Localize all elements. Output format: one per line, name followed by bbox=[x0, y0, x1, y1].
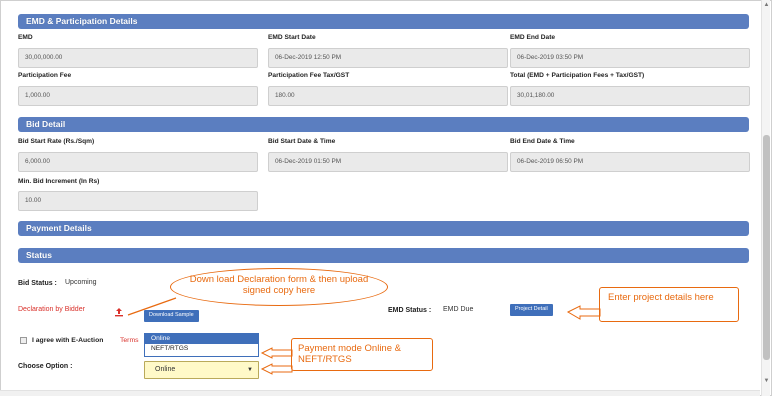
declaration-callout: Down load Declaration form & then upload… bbox=[170, 268, 388, 306]
option-online[interactable]: Online bbox=[145, 334, 258, 344]
chevron-down-icon: ▼ bbox=[247, 367, 253, 373]
project-callout: Enter project details here bbox=[599, 287, 739, 322]
form-content: EMD & Participation Details EMD 30,00,00… bbox=[18, 0, 758, 396]
total-label: Total (EMD + Participation Fees + Tax/GS… bbox=[510, 72, 645, 79]
payment-callout: Payment mode Online & NEFT/RTGS bbox=[291, 338, 433, 371]
emd-end-label: EMD End Date bbox=[510, 34, 556, 41]
agree-label: I agree with E-Auction bbox=[32, 337, 104, 344]
bid-rate-field: 6,000.00 bbox=[18, 152, 258, 172]
bid-increment-field: 10.00 bbox=[18, 191, 258, 211]
choose-option-label: Choose Option : bbox=[18, 363, 73, 370]
terms-link[interactable]: Terms bbox=[120, 337, 139, 344]
project-detail-button[interactable]: Project Detail bbox=[510, 304, 553, 316]
bid-start-label: Bid Start Date & Time bbox=[268, 138, 336, 145]
selected-option: Online bbox=[155, 366, 176, 373]
payment-option-select[interactable]: Online ▼ bbox=[144, 361, 259, 379]
payment-option-list[interactable]: Online NEFT/RTGS bbox=[144, 333, 259, 357]
bid-increment-label: Min. Bid Increment (In Rs) bbox=[18, 178, 100, 185]
scroll-thumb[interactable] bbox=[763, 135, 770, 360]
participation-fee-label: Participation Fee bbox=[18, 72, 72, 79]
horizontal-scrollbar[interactable] bbox=[0, 390, 760, 396]
emd-end-field: 06-Dec-2019 03:50 PM bbox=[510, 48, 750, 68]
download-sample-button[interactable]: Download Sample bbox=[144, 310, 199, 322]
emd-field: 30,00,000.00 bbox=[18, 48, 258, 68]
participation-tax-field: 180.00 bbox=[268, 86, 508, 106]
emd-status-value: EMD Due bbox=[443, 306, 474, 313]
participation-tax-label: Participation Fee Tax/GST bbox=[268, 72, 350, 79]
bid-end-field: 06-Dec-2019 06:50 PM bbox=[510, 152, 750, 172]
bid-status-value: Upcoming bbox=[65, 279, 97, 286]
option-neft-rtgs[interactable]: NEFT/RTGS bbox=[145, 344, 258, 354]
bid-section-header: Bid Detail bbox=[18, 117, 749, 132]
emd-section-header: EMD & Participation Details bbox=[18, 14, 749, 29]
scroll-down-icon[interactable]: ▼ bbox=[762, 378, 771, 384]
emd-label: EMD bbox=[18, 34, 33, 41]
agree-checkbox[interactable] bbox=[20, 337, 27, 344]
bid-start-field: 06-Dec-2019 01:50 PM bbox=[268, 152, 508, 172]
bid-end-label: Bid End Date & Time bbox=[510, 138, 575, 145]
upload-icon[interactable] bbox=[114, 304, 124, 317]
emd-status-label: EMD Status : bbox=[388, 307, 432, 314]
bid-rate-label: Bid Start Rate (Rs./Sqm) bbox=[18, 138, 95, 145]
payment-section-header[interactable]: Payment Details bbox=[18, 221, 749, 236]
emd-start-label: EMD Start Date bbox=[268, 34, 316, 41]
vertical-scrollbar[interactable]: ▲ ▼ bbox=[761, 0, 770, 396]
status-section-header: Status bbox=[18, 248, 749, 263]
scroll-up-icon[interactable]: ▲ bbox=[762, 2, 771, 8]
participation-fee-field: 1,000.00 bbox=[18, 86, 258, 106]
declaration-link[interactable]: Declaration by Bidder bbox=[18, 306, 85, 313]
total-field: 30,01,180.00 bbox=[510, 86, 750, 106]
bid-status-label: Bid Status : bbox=[18, 280, 57, 287]
emd-start-field: 06-Dec-2019 12:50 PM bbox=[268, 48, 508, 68]
